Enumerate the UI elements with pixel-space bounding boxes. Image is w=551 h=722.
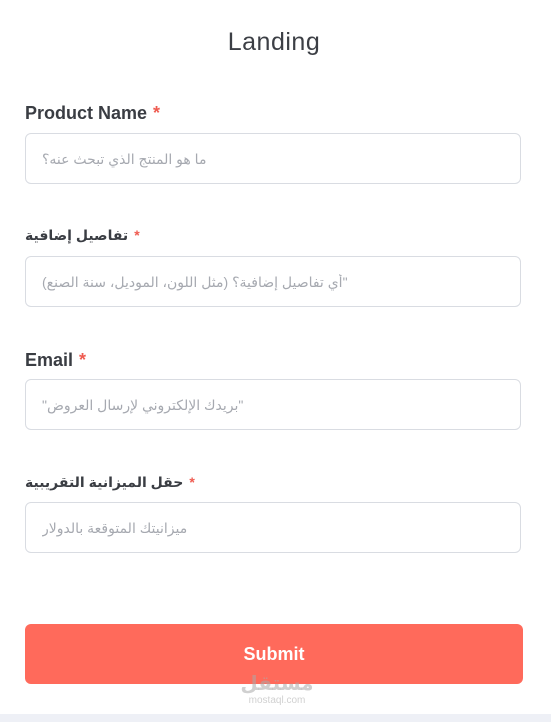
watermark-latin: mostaql.com: [248, 695, 306, 706]
additional-details-label: تفاصيل إضافية *: [25, 227, 140, 244]
form-card: Landing Product Name* تفاصيل إضافية* Ema…: [0, 0, 551, 714]
product-name-field-wrapper: [25, 133, 521, 184]
budget-input[interactable]: [26, 503, 520, 552]
email-field-wrapper: [25, 379, 521, 430]
email-label-text: Email: [25, 350, 74, 370]
product-name-input[interactable]: [26, 134, 520, 183]
product-name-label: Product Name *: [25, 103, 160, 124]
budget-field-wrapper: [25, 502, 521, 553]
email-label: Email *: [25, 350, 86, 371]
additional-details-label-text: تفاصيل إضافية: [25, 227, 129, 243]
product-name-label-text: Product Name: [25, 103, 148, 123]
additional-details-input[interactable]: [26, 257, 520, 306]
bottom-strip: [0, 714, 551, 722]
additional-details-field-wrapper: [25, 256, 521, 307]
required-mark: *: [79, 350, 87, 370]
email-input[interactable]: [26, 380, 520, 429]
page-title: Landing: [227, 28, 321, 56]
required-mark: *: [153, 103, 161, 123]
budget-label: حقل الميزانية التقريبية *: [25, 474, 195, 491]
watermark-arabic: مستقل: [240, 673, 314, 695]
required-mark: *: [134, 227, 140, 243]
budget-label-text: حقل الميزانية التقريبية: [25, 474, 184, 490]
watermark-logo: مستقل mostaql.com: [232, 674, 322, 706]
required-mark: *: [189, 474, 195, 490]
